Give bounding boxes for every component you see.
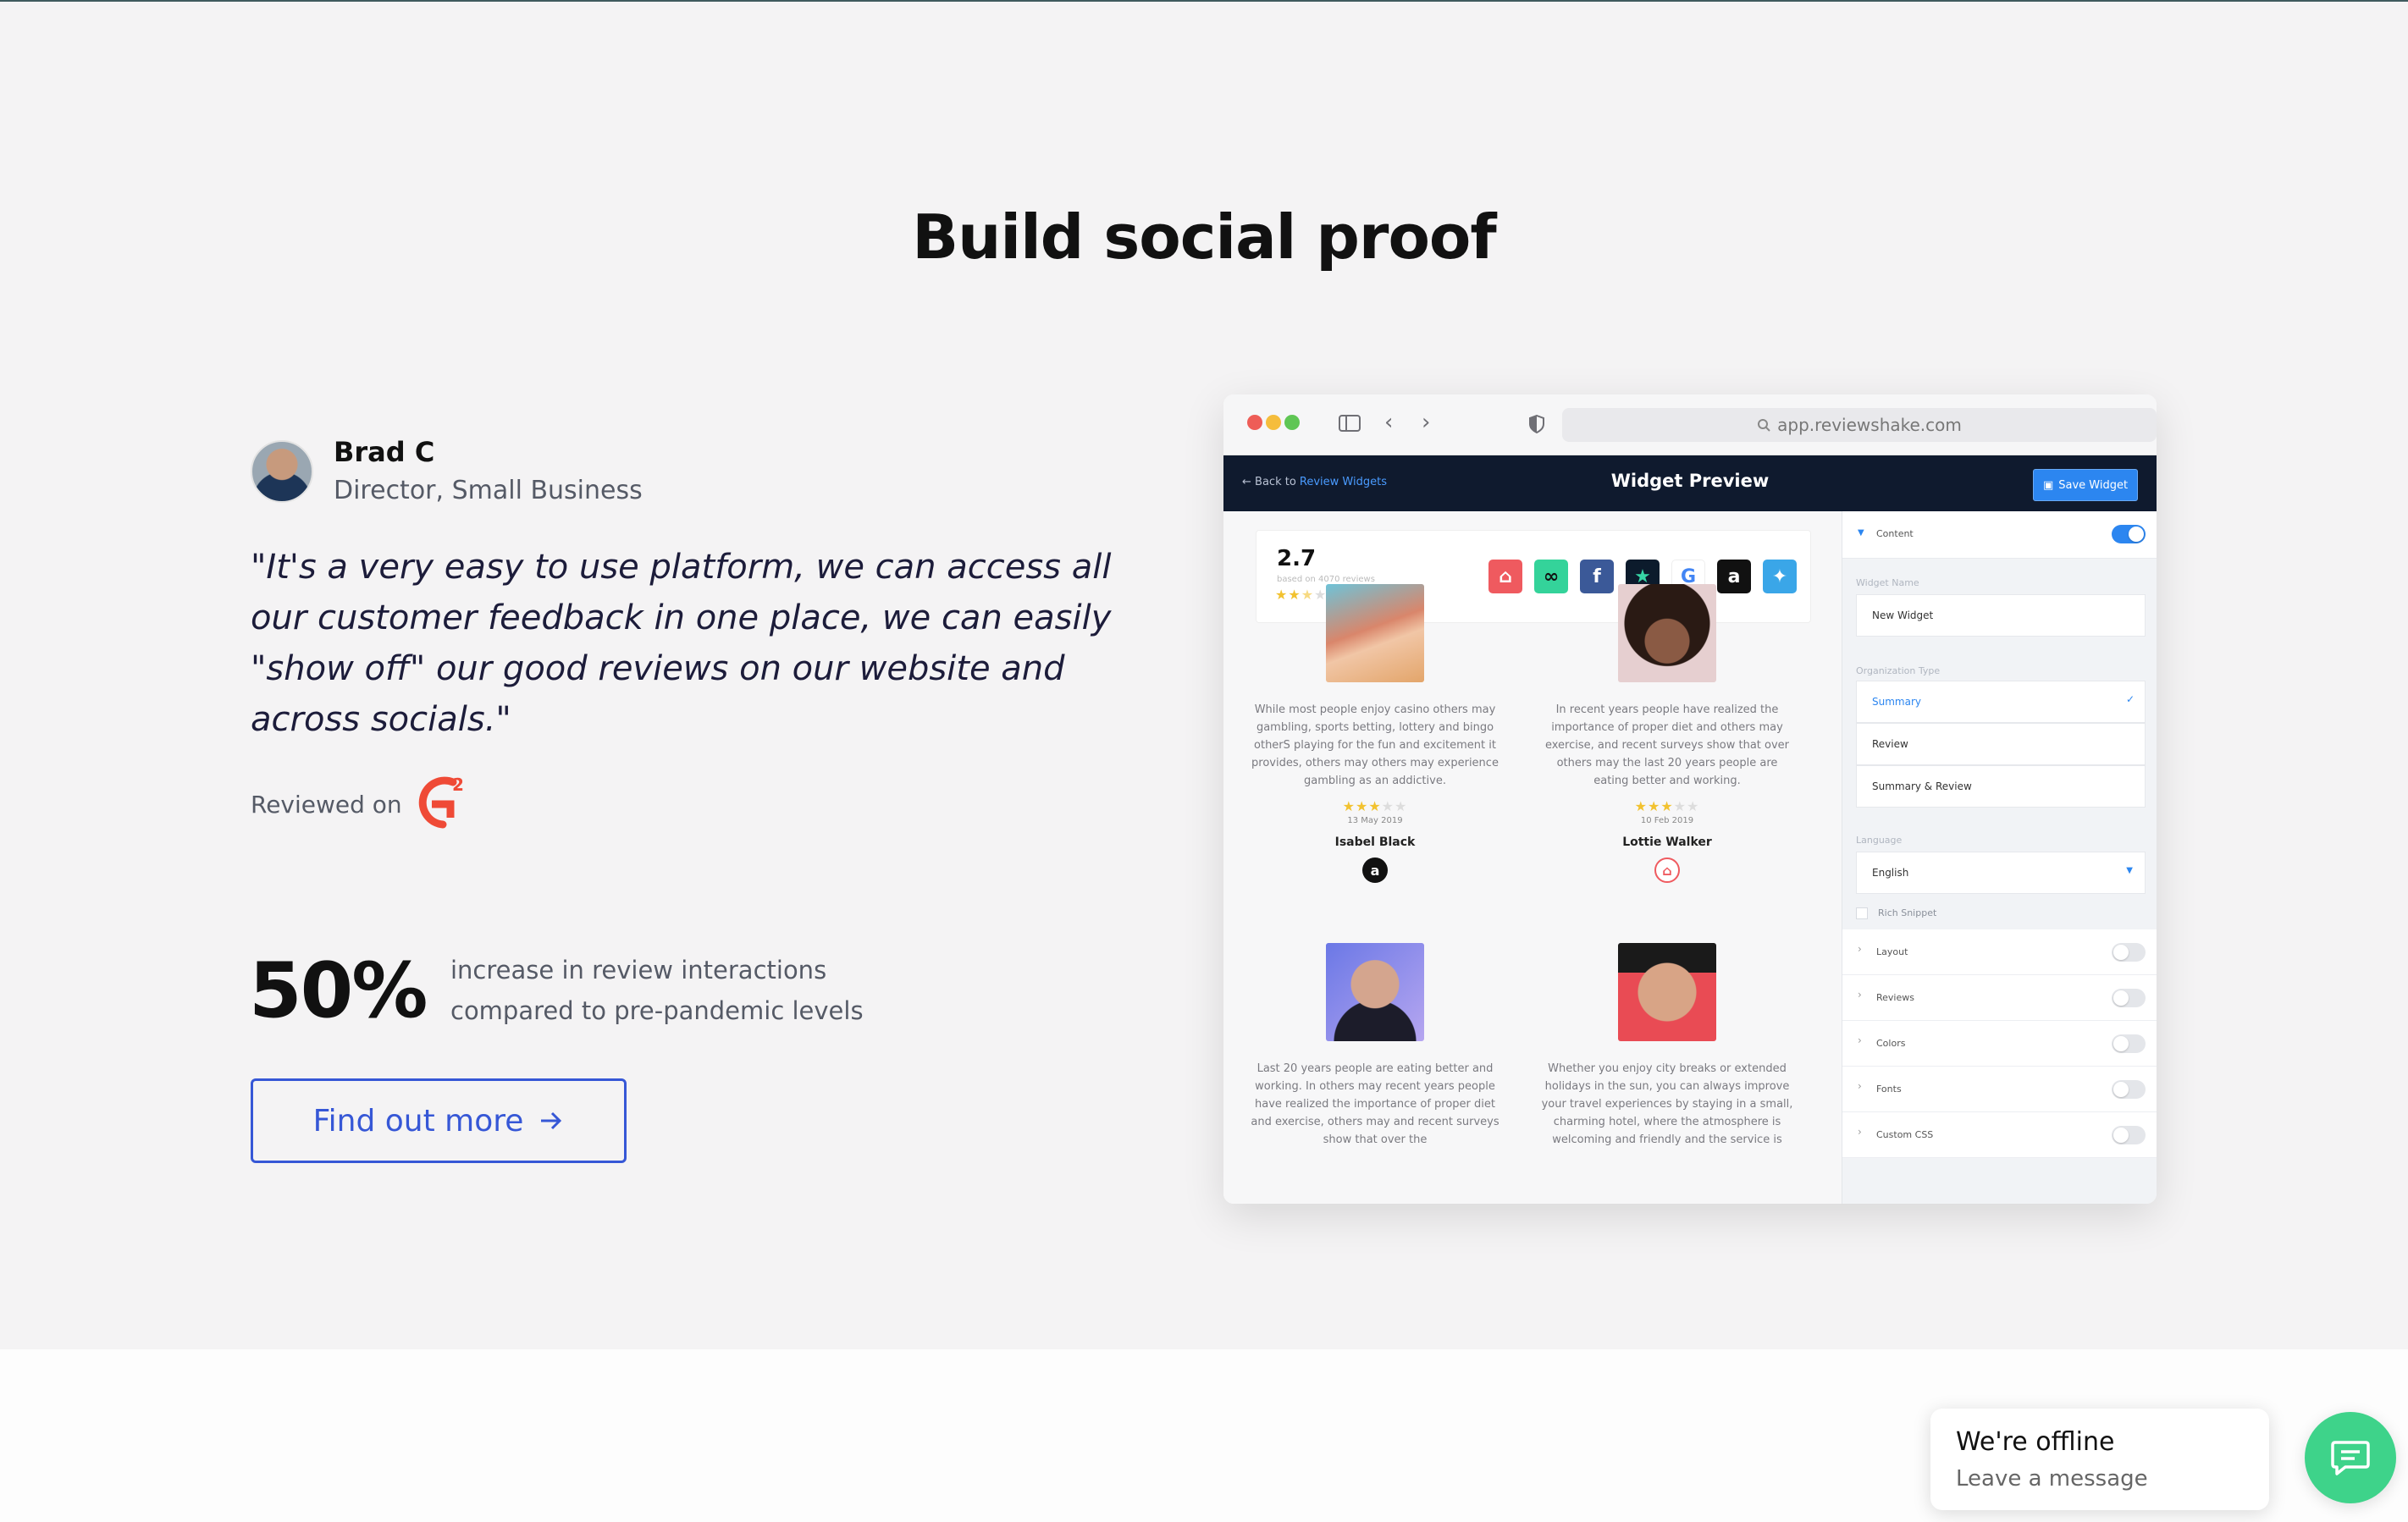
reviewer-name: Brad C — [334, 436, 435, 468]
review-count: based on 4070 reviews — [1277, 575, 1375, 584]
chevron-right-icon: › — [1858, 943, 1862, 955]
browser-chrome: ‹ › app.reviewshake.com — [1223, 394, 2157, 455]
reviewer-avatar — [251, 440, 313, 503]
org-type-option-review[interactable]: Review — [1856, 723, 2146, 765]
fonts-section-row[interactable]: › Fonts — [1842, 1067, 2157, 1112]
save-widget-label: Save Widget — [2058, 478, 2129, 492]
reviewed-on-label: Reviewed on — [251, 791, 402, 819]
colors-section-row[interactable]: › Colors — [1842, 1021, 2157, 1067]
chevron-right-icon: › — [1858, 1034, 1862, 1046]
testimonial-quote: "It's a very easy to use platform, we ca… — [251, 548, 1112, 739]
org-type-option-summary[interactable]: Summary ✓ — [1856, 681, 2146, 723]
reviewer-photo — [1326, 943, 1424, 1041]
review-text: Whether you enjoy city breaks or extende… — [1541, 1062, 1793, 1146]
language-value: English — [1872, 867, 1909, 879]
amazon-icon: a — [1362, 858, 1388, 883]
app-mockup-window: ‹ › app.reviewshake.com ← Back to Review… — [1223, 394, 2157, 1204]
sidebar-icon — [1339, 415, 1361, 432]
review-card: Last 20 years people are eating better a… — [1248, 943, 1502, 1149]
review-stars: ★★★★★ — [1634, 798, 1700, 814]
review-card: Whether you enjoy city breaks or extende… — [1540, 943, 1794, 1149]
save-icon: ▣ — [2042, 478, 2054, 492]
average-rating: 2.7 — [1277, 546, 1317, 571]
section-label: Custom CSS — [1876, 1129, 1934, 1140]
find-out-more-label: Find out more — [312, 1103, 524, 1139]
fonts-toggle[interactable] — [2112, 1080, 2146, 1099]
widget-settings-panel: ▼ Content Widget Name New Widget Organiz… — [1842, 511, 2157, 1204]
forward-icon: › — [1422, 410, 1431, 435]
widget-preview-pane: 2.7 based on 4070 reviews ★★★★★ ⌂ ∞ f ★ … — [1223, 511, 1842, 1204]
chat-icon — [2331, 1441, 2370, 1475]
rich-snippet-label: Rich Snippet — [1878, 907, 1937, 918]
url-text: app.reviewshake.com — [1777, 415, 1962, 435]
widget-preview-title: Widget Preview — [1610, 471, 1770, 491]
shield-icon — [1529, 415, 1544, 433]
maximize-dot — [1284, 415, 1300, 430]
chevron-down-icon: ▼ — [1858, 528, 1864, 538]
review-date: 10 Feb 2019 — [1640, 816, 1694, 825]
chevron-right-icon: › — [1858, 1126, 1862, 1138]
org-type-label: Organization Type — [1856, 665, 1941, 676]
language-select[interactable]: English ▼ — [1856, 852, 2146, 894]
address-bar[interactable]: app.reviewshake.com — [1562, 408, 2157, 442]
back-icon: ‹ — [1384, 410, 1394, 435]
svg-text:2: 2 — [452, 775, 464, 795]
section-label: Fonts — [1876, 1084, 1902, 1095]
colors-toggle[interactable] — [2112, 1034, 2146, 1053]
chat-launcher-button[interactable] — [2305, 1412, 2396, 1503]
arrow-right-icon — [541, 1111, 562, 1130]
review-text: Last 20 years people are eating better a… — [1251, 1062, 1499, 1146]
layout-toggle[interactable] — [2112, 943, 2146, 962]
stat-value: 50% — [249, 946, 428, 1035]
section-label: Layout — [1876, 946, 1908, 957]
search-icon — [1758, 419, 1770, 432]
close-dot — [1247, 415, 1262, 430]
chat-status-title: We're offline — [1956, 1427, 2115, 1457]
reviewer-photo — [1618, 584, 1716, 682]
save-widget-button[interactable]: ▣ Save Widget — [2033, 469, 2138, 501]
rich-snippet-checkbox[interactable] — [1856, 907, 1868, 919]
custom-css-toggle[interactable] — [2112, 1126, 2146, 1144]
review-stars: ★★★★★ — [1342, 798, 1408, 814]
widget-name-input[interactable]: New Widget — [1856, 594, 2146, 637]
review-text: While most people enjoy casino others ma… — [1251, 703, 1499, 787]
content-section-header[interactable]: ▼ Content — [1842, 511, 2157, 559]
review-card: While most people enjoy casino others ma… — [1248, 584, 1502, 883]
custom-css-section-row[interactable]: › Custom CSS — [1842, 1112, 2157, 1158]
g2-logo[interactable]: 2 — [413, 772, 472, 831]
language-label: Language — [1856, 835, 1903, 846]
section-label: Reviews — [1876, 992, 1914, 1003]
reviews-toggle[interactable] — [2112, 989, 2146, 1007]
stat-line-2: compared to pre-pandemic levels — [450, 996, 864, 1025]
app-header: ← Back to Review Widgets Widget Preview … — [1223, 455, 2157, 511]
chevron-right-icon: › — [1858, 989, 1862, 1001]
check-icon: ✓ — [2125, 693, 2135, 705]
review-date: 13 May 2019 — [1347, 816, 1403, 825]
review-author: Lottie Walker — [1622, 835, 1712, 849]
reviewer-photo — [1618, 943, 1716, 1041]
section-heading: Build social proof — [912, 201, 1496, 273]
content-label: Content — [1876, 528, 1914, 539]
layout-section-row[interactable]: › Layout — [1842, 929, 2157, 975]
content-toggle[interactable] — [2112, 525, 2146, 543]
org-type-option-summary-review[interactable]: Summary & Review — [1856, 765, 2146, 808]
reviewer-photo — [1326, 584, 1424, 682]
chevron-right-icon: › — [1858, 1080, 1862, 1092]
minimize-dot — [1266, 415, 1281, 430]
review-text: In recent years people have realized the… — [1544, 703, 1790, 787]
stat-description: increase in review interactions compared… — [450, 950, 958, 1031]
reviews-section-row[interactable]: › Reviews — [1842, 975, 2157, 1021]
find-out-more-button[interactable]: Find out more — [251, 1078, 627, 1163]
org-type-option-label: Summary — [1872, 696, 1921, 708]
section-label: Colors — [1876, 1038, 1906, 1049]
reviewer-role: Director, Small Business — [334, 476, 643, 505]
chat-status-subtitle: Leave a message — [1956, 1466, 2148, 1492]
airbnb-icon: ⌂ — [1654, 858, 1680, 883]
stat-line-1: increase in review interactions — [450, 956, 827, 984]
review-author: Isabel Black — [1334, 835, 1416, 849]
chevron-down-icon: ▼ — [2126, 866, 2133, 875]
review-card: In recent years people have realized the… — [1540, 584, 1794, 883]
widget-name-label: Widget Name — [1856, 577, 1919, 588]
chat-status-bubble[interactable]: We're offline Leave a message — [1930, 1409, 2269, 1510]
